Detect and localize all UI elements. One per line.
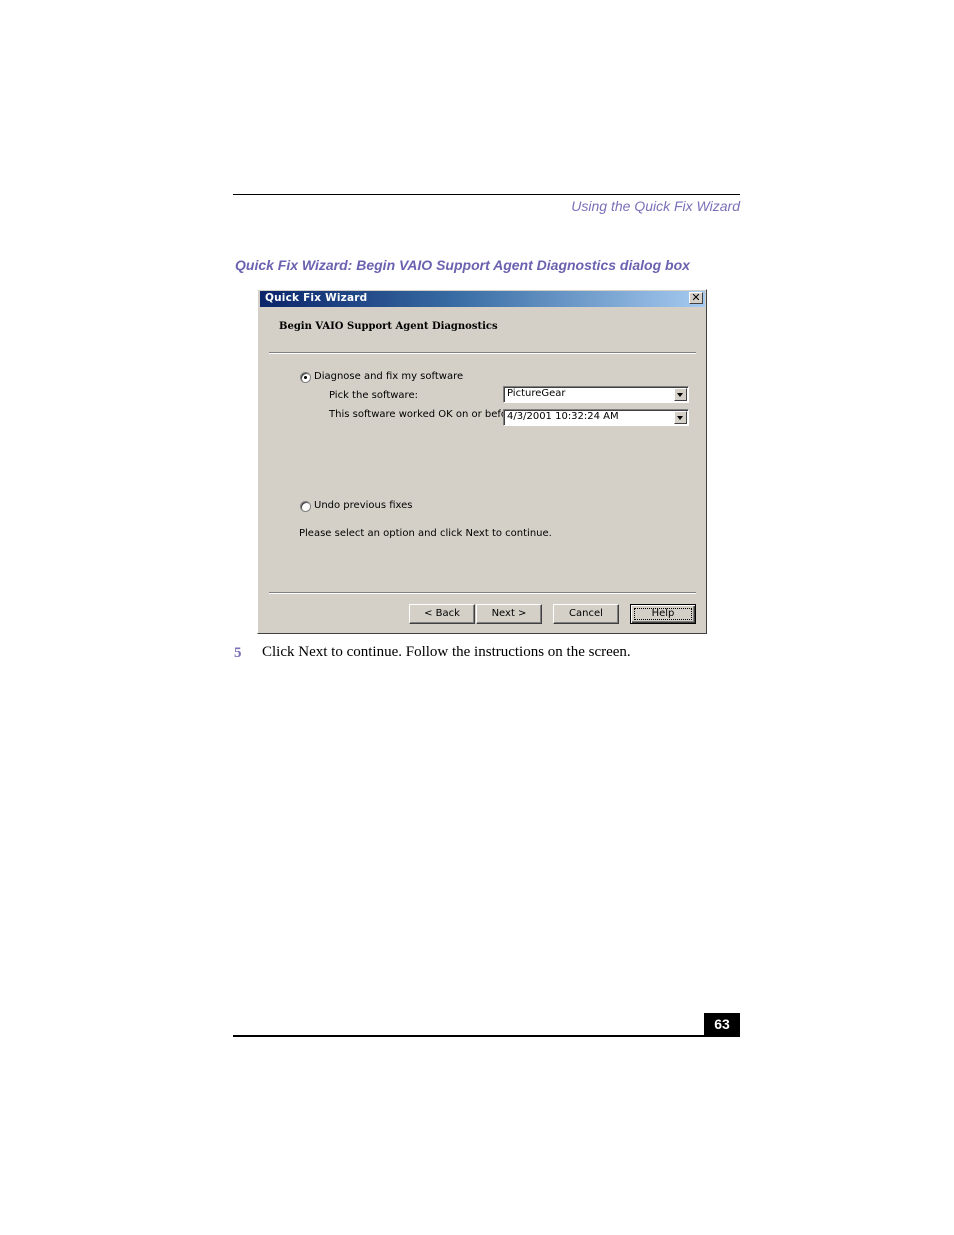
software-dropdown[interactable]: PictureGear <box>503 386 689 403</box>
next-button-label: Next > <box>491 608 527 619</box>
back-button[interactable]: < Back <box>409 604 475 624</box>
close-icon: ✕ <box>691 291 701 304</box>
dialog-header-title: Begin VAIO Support Agent Diagnostics <box>279 321 498 332</box>
diagnose-option-label[interactable]: Diagnose and fix my software <box>314 371 463 382</box>
back-button-label: < Back <box>424 608 460 619</box>
dialog-title: Quick Fix Wizard <box>265 292 368 304</box>
chevron-down-icon[interactable] <box>674 411 687 424</box>
header-separator <box>269 352 696 354</box>
figure-caption: Quick Fix Wizard: Begin VAIO Support Age… <box>235 257 690 273</box>
header-rule <box>233 194 740 195</box>
cancel-button-label: Cancel <box>569 608 603 619</box>
next-button[interactable]: Next > <box>476 604 542 624</box>
footer-separator <box>269 592 696 594</box>
worked-before-label: This software worked OK on or before: <box>329 409 521 420</box>
footer-rule <box>233 1035 740 1037</box>
date-dropdown[interactable]: 4/3/2001 10:32:24 AM <box>503 409 689 426</box>
step-text: Click Next to continue. Follow the instr… <box>262 644 631 660</box>
help-button-label: Help <box>651 608 675 619</box>
chevron-down-icon[interactable] <box>674 388 687 401</box>
undo-radio[interactable] <box>300 501 311 512</box>
diagnose-radio[interactable] <box>300 372 311 383</box>
step-number: 5 <box>234 645 242 661</box>
page-number-box: 63 <box>704 1013 740 1036</box>
dialog-titlebar[interactable]: Quick Fix Wizard ✕ <box>260 291 705 307</box>
quick-fix-wizard-dialog: Quick Fix Wizard ✕ Begin VAIO Support Ag… <box>257 289 707 634</box>
software-dropdown-value: PictureGear <box>507 388 566 399</box>
undo-option-label[interactable]: Undo previous fixes <box>314 500 413 511</box>
radio-selected-dot <box>304 376 307 379</box>
cancel-button[interactable]: Cancel <box>553 604 619 624</box>
instruction-text: Please select an option and click Next t… <box>299 528 552 539</box>
running-head: Using the Quick Fix Wizard <box>571 198 740 214</box>
page-number: 63 <box>714 1016 730 1032</box>
help-button[interactable]: Help <box>630 604 696 624</box>
close-button[interactable]: ✕ <box>689 291 703 304</box>
date-dropdown-value: 4/3/2001 10:32:24 AM <box>507 411 619 422</box>
pick-software-label: Pick the software: <box>329 390 418 401</box>
